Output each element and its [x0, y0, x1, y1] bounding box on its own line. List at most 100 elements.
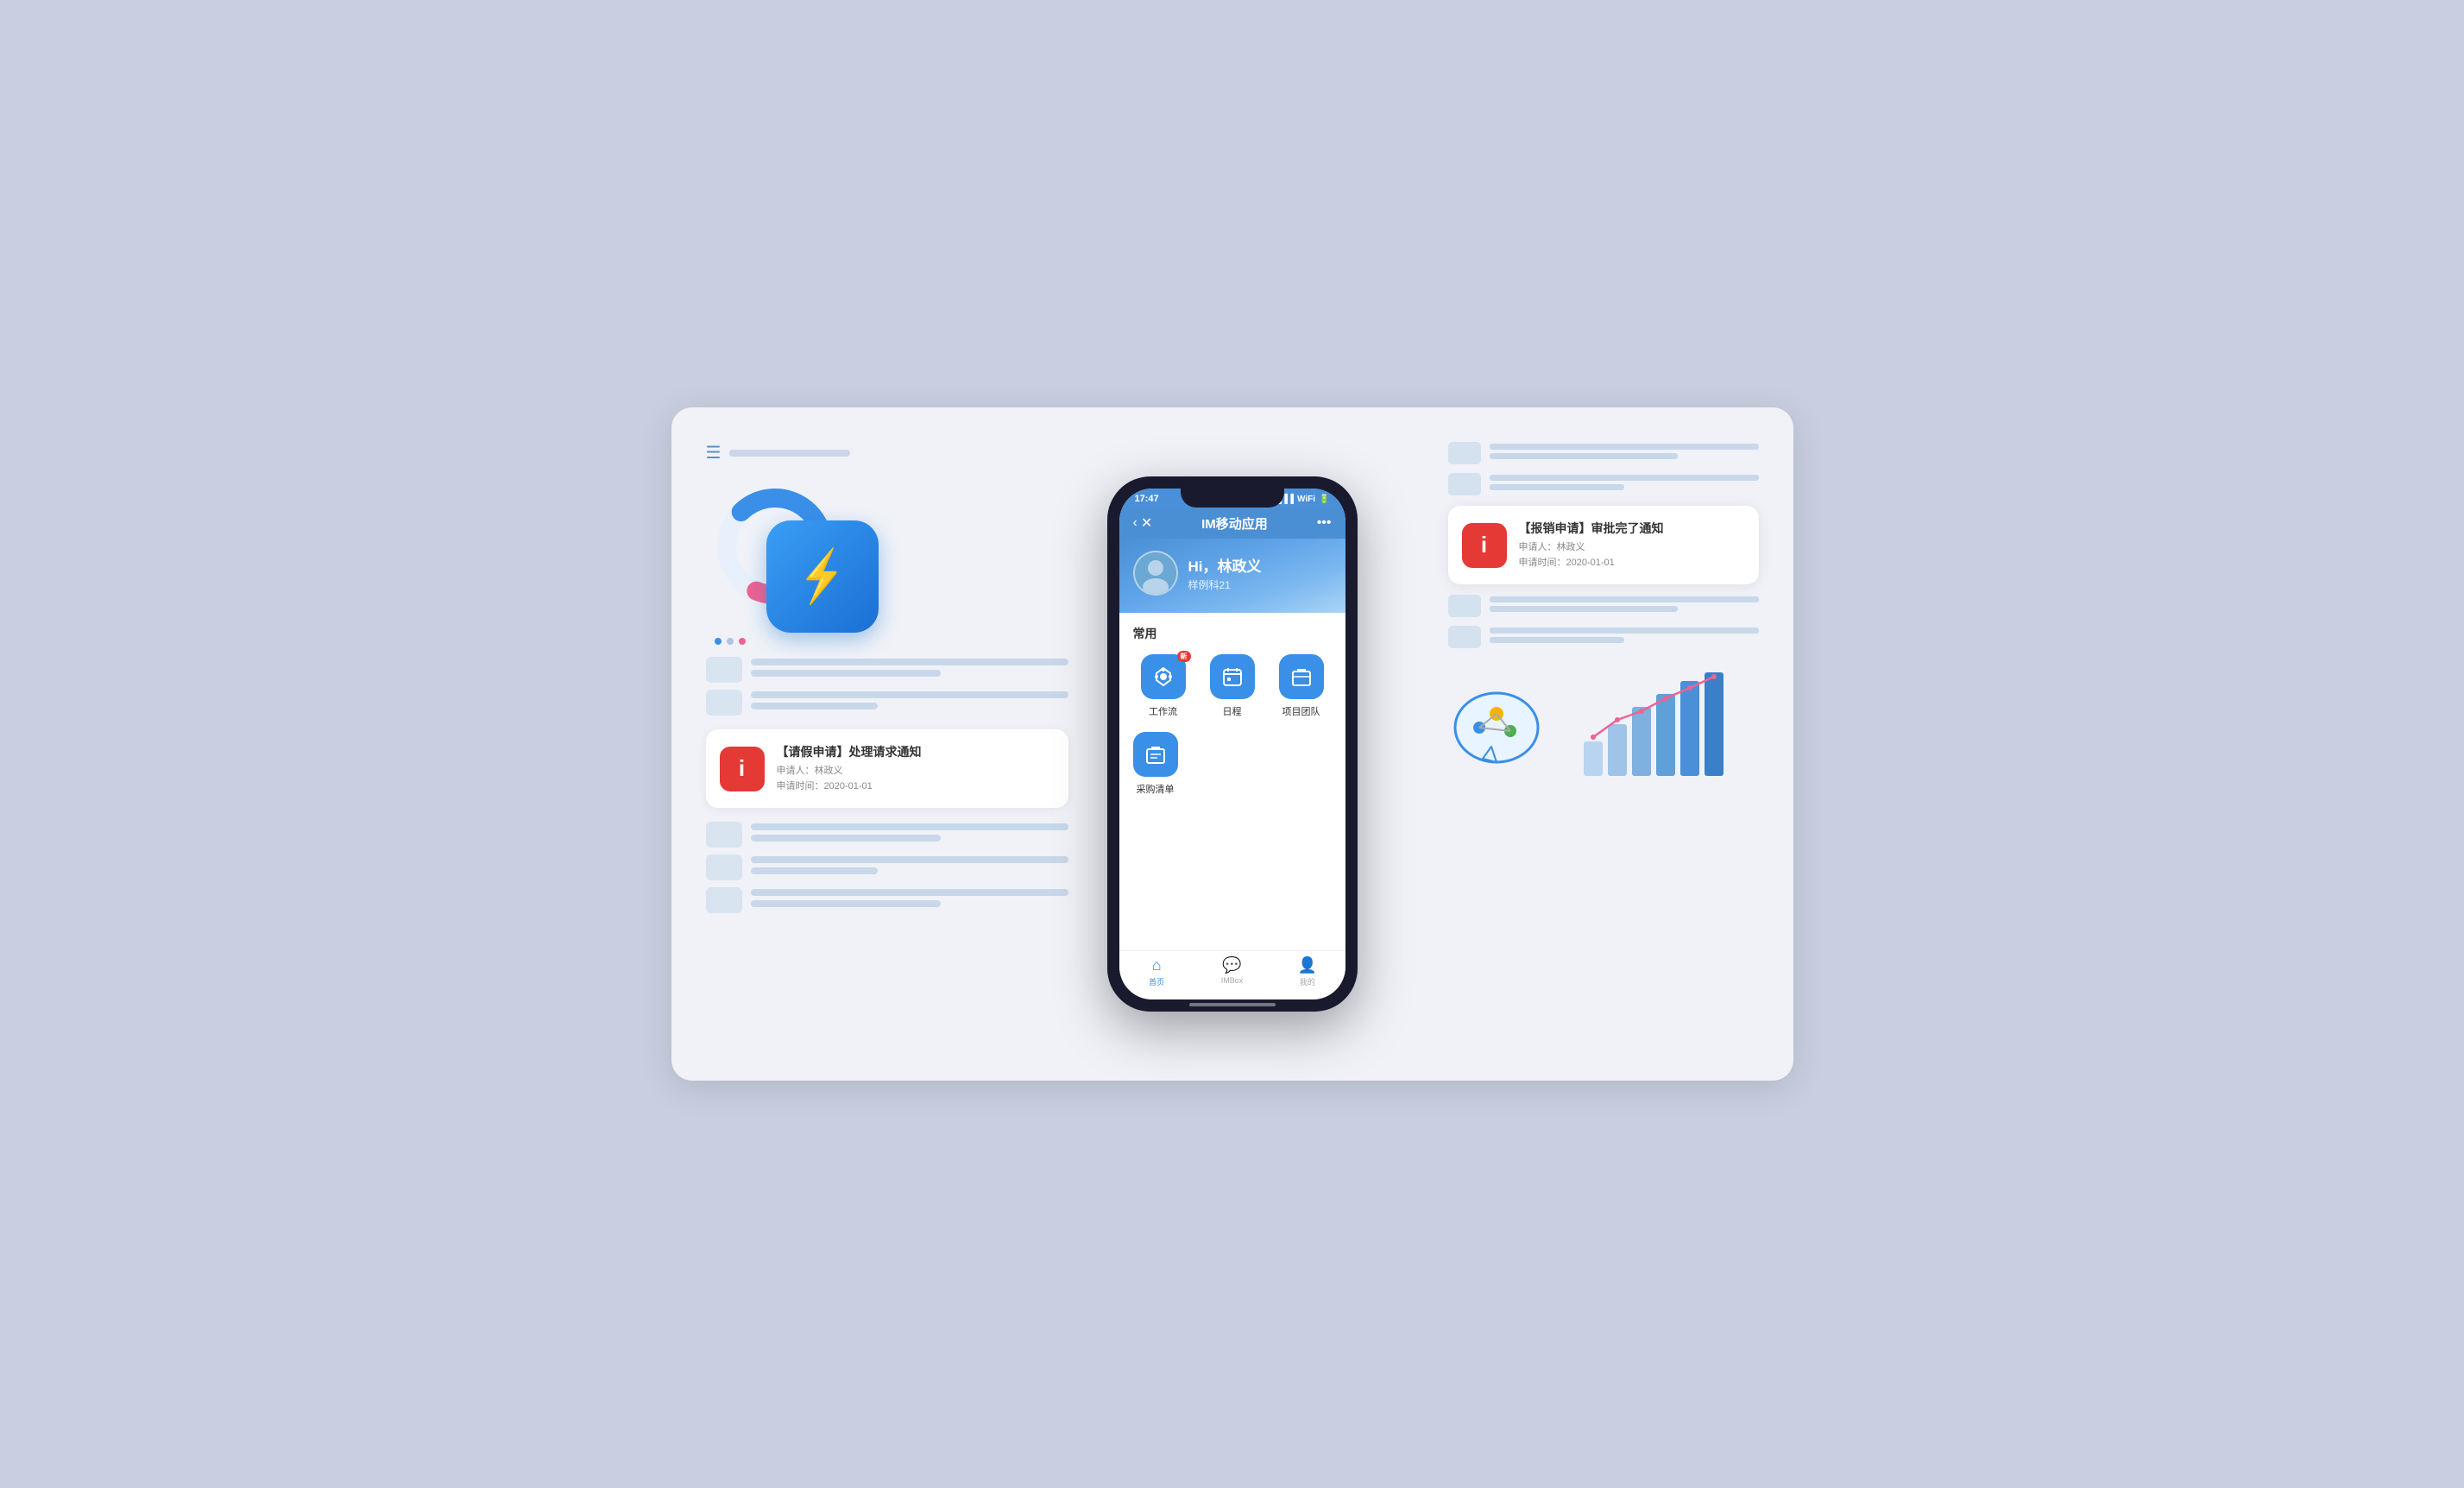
right-panel: i 【报销申请】审批完了通知 申请人：林政义 申请时间：2020-01-01 — [1448, 442, 1759, 1046]
phone-header: Hi，林政义 样例科21 — [1119, 539, 1345, 613]
hamburger-icon[interactable]: ☰ — [706, 442, 722, 463]
left-list-top — [706, 657, 1068, 716]
right-list-item — [1448, 595, 1759, 617]
avatar — [1133, 551, 1178, 596]
app-row2: 采购清单 — [1133, 732, 1332, 796]
list-line — [751, 856, 1068, 863]
app-icon-wrap — [1133, 732, 1178, 777]
left-top-bar: ☰ — [706, 442, 1068, 463]
list-line-short — [751, 670, 942, 677]
app-badge-new: 新 — [1177, 651, 1191, 662]
right-lines — [1490, 444, 1759, 463]
list-thumb — [706, 690, 742, 716]
list-item — [706, 657, 1068, 683]
right-list-item — [1448, 473, 1759, 495]
tab-imbox[interactable]: 💬 IMBox — [1194, 956, 1270, 987]
tab-mine[interactable]: 👤 我的 — [1270, 956, 1345, 987]
dot-blue — [715, 638, 722, 645]
app-item-schedule[interactable]: 日程 — [1202, 654, 1263, 718]
left-panel: ☰ ⚡ — [706, 442, 1068, 1046]
right-notif-title: 【报销申请】审批完了通知 — [1519, 520, 1664, 537]
right-line — [1490, 444, 1759, 450]
status-icons: ▐▐▐ WiFi 🔋 — [1276, 495, 1330, 504]
header-greeting: Hi，林政义 — [1188, 554, 1262, 576]
phone: 17:47 ▐▐▐ WiFi 🔋 ‹ ✕ IM移动应用 ••• — [1107, 476, 1358, 1012]
list-thumb — [706, 887, 742, 913]
left-notif-card[interactable]: i 【请假申请】处理请求通知 申请人：林政义 申请时间：2020-01-01 — [706, 729, 1068, 808]
phone-body: 常用 — [1119, 613, 1345, 950]
right-line — [1490, 627, 1759, 634]
list-line-shorter — [751, 867, 878, 874]
main-card: ☰ ⚡ — [671, 407, 1793, 1081]
lightning-icon: ⚡ — [799, 551, 844, 602]
right-thumb — [1448, 626, 1481, 648]
app-icon-wrap — [1210, 654, 1255, 699]
app-icon-wrap — [1279, 654, 1324, 699]
list-line-short — [751, 900, 942, 907]
list-line — [751, 889, 1068, 896]
bar-line-chart — [1564, 664, 1759, 785]
app-label-schedule: 日程 — [1223, 704, 1242, 718]
app-item-purchase[interactable]: 采购清单 — [1133, 732, 1178, 796]
right-mid-list — [1448, 595, 1759, 648]
list-lines — [751, 889, 1068, 911]
tab-home-label: 首页 — [1149, 976, 1164, 987]
purchase-icon — [1133, 732, 1178, 777]
tab-imbox-label: IMBox — [1221, 976, 1244, 985]
list-line — [751, 659, 1068, 665]
app-label-workflow: 工作流 — [1149, 704, 1177, 718]
notif-icon-red: i — [720, 747, 765, 791]
notif-content: 【请假申请】处理请求通知 申请人：林政义 申请时间：2020-01-01 — [777, 743, 922, 794]
dot-pink — [739, 638, 746, 645]
app-item-project[interactable]: 项目团队 — [1271, 654, 1332, 718]
list-item — [706, 690, 1068, 716]
tab-imbox-icon: 💬 — [1222, 956, 1241, 974]
tab-home-icon: ⌂ — [1152, 956, 1162, 974]
app-grid: 新 工作流 — [1133, 654, 1332, 718]
header-subtitle: 样例科21 — [1188, 577, 1262, 592]
list-item — [706, 822, 1068, 848]
list-line — [751, 691, 1068, 698]
notif-time: 申请时间：2020-01-01 — [777, 779, 922, 795]
app-item-workflow[interactable]: 新 工作流 — [1133, 654, 1194, 718]
right-notif-icon: i — [1462, 523, 1507, 568]
right-line-short — [1490, 484, 1624, 490]
notch — [1181, 489, 1284, 508]
tab-home[interactable]: ⌂ 首页 — [1119, 956, 1194, 987]
bottom-right — [1448, 664, 1759, 785]
chat-logo — [1448, 681, 1552, 785]
nav-more-button[interactable]: ••• — [1315, 514, 1333, 533]
nav-close-button[interactable]: ✕ — [1139, 513, 1154, 533]
right-thumb — [1448, 442, 1481, 464]
list-thumb — [706, 854, 742, 880]
right-notif-content: 【报销申请】审批完了通知 申请人：林政义 申请时间：2020-01-01 — [1519, 520, 1664, 571]
right-lines — [1490, 475, 1759, 494]
left-bottom-list — [706, 822, 1068, 913]
right-line-med — [1490, 453, 1678, 459]
home-indicator — [1189, 1003, 1276, 1006]
section-label: 常用 — [1133, 625, 1332, 642]
app-label-project: 项目团队 — [1282, 704, 1320, 718]
tab-bar: ⌂ 首页 💬 IMBox 👤 我的 — [1119, 950, 1345, 999]
app-icon-blue: ⚡ — [766, 520, 879, 633]
nav-back-button[interactable]: ‹ — [1131, 514, 1139, 533]
right-thumb — [1448, 595, 1481, 617]
schedule-icon — [1210, 654, 1255, 699]
project-icon — [1279, 654, 1324, 699]
list-line — [751, 823, 1068, 830]
tab-mine-icon: 👤 — [1298, 956, 1317, 974]
right-line — [1490, 596, 1759, 602]
right-notif-card[interactable]: i 【报销申请】审批完了通知 申请人：林政义 申请时间：2020-01-01 — [1448, 506, 1759, 584]
right-list-item — [1448, 626, 1759, 648]
chart-container — [1564, 664, 1759, 785]
list-lines — [751, 823, 1068, 846]
status-time: 17:47 — [1135, 494, 1159, 504]
right-line-med — [1490, 606, 1678, 612]
list-line-shorter — [751, 703, 878, 709]
right-lines — [1490, 596, 1759, 615]
header-text: Hi，林政义 样例科21 — [1188, 554, 1262, 592]
right-line — [1490, 475, 1759, 481]
app-label-purchase: 采购清单 — [1137, 782, 1175, 796]
phone-wrapper: 17:47 ▐▐▐ WiFi 🔋 ‹ ✕ IM移动应用 ••• — [1107, 476, 1358, 1012]
notif-applicant: 申请人：林政义 — [777, 764, 922, 779]
